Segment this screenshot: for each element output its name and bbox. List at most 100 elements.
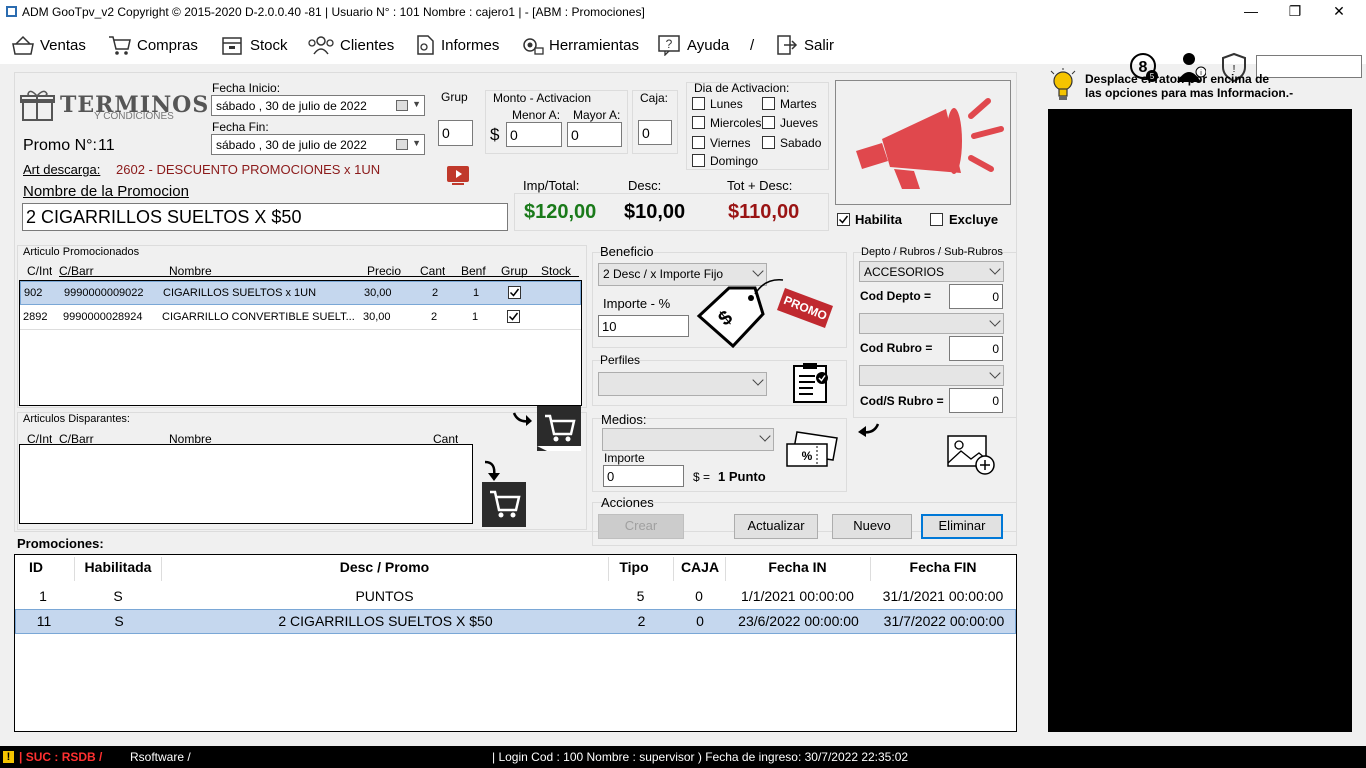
medios-importe-input[interactable] [603,465,684,487]
cod-depto-input[interactable] [949,284,1003,309]
promociones-header: ID Habilitada Desc / Promo Tipo CAJA Fec… [15,555,1016,583]
table-row[interactable]: 902 9990000009022 CIGARILLOS SUELTOS x 1… [20,281,581,305]
fecha-inicio-picker[interactable]: sábado , 30 de julio de 2022 ▼ [211,95,425,116]
excluye-checkbox[interactable] [930,213,943,226]
chevron-down-icon [752,374,764,386]
medios-importe-label: Importe [604,451,645,465]
lunes-checkbox[interactable] [692,97,705,110]
desc-value: $10,00 [624,201,686,223]
megaphone-image [835,80,1011,205]
menu-stock[interactable]: Stock [220,32,288,58]
perfiles-select[interactable] [598,372,767,396]
grup-checkbox[interactable] [507,310,520,323]
fecha-fin-picker[interactable]: sábado , 30 de julio de 2022 ▼ [211,134,425,155]
sabado-label: Sabado [780,136,822,150]
warning-icon: ! [3,751,14,763]
table-row[interactable]: 11 S 2 CIGARRILLOS SUELTOS X $50 2 0 23/… [15,609,1016,634]
checkmark-icon [509,288,520,297]
medios-select[interactable] [602,428,774,451]
depto-select[interactable]: ACCESORIOS [859,261,1004,282]
habilita-label: Habilita [855,212,902,227]
col-divider [725,557,726,581]
menu-ayuda-label: Ayuda [687,36,730,54]
cell-desc: 2 CIGARRILLOS SUELTOS X $50 [278,613,493,629]
cell-cbarr: 9990000028924 [63,311,143,323]
viernes-checkbox[interactable] [692,136,705,149]
lightbulb-icon [1050,68,1076,100]
habilita-checkbox[interactable] [837,213,850,226]
equals-sign: $ = [693,470,711,484]
cod-rubro-input[interactable] [949,336,1003,361]
col-divider [74,557,75,581]
srubro-select[interactable] [859,365,1004,386]
clipboard-button[interactable] [791,362,831,404]
arrow-curve-icon [484,460,500,481]
play-video-icon[interactable] [446,164,470,188]
domingo-checkbox[interactable] [692,154,705,167]
disparantes-grid[interactable] [19,444,473,524]
header-search-input[interactable] [1256,55,1362,78]
checkmark-icon [508,312,519,321]
help-info-panel [1048,109,1352,732]
chevron-down-icon [989,367,1001,379]
jueves-checkbox[interactable] [762,116,775,129]
promocionados-header: C/Int C/Barr Nombre Precio Cant Benf Gru… [19,262,582,278]
menu-compras[interactable]: Compras [107,32,198,58]
crear-button[interactable]: Crear [598,514,684,539]
report-icon [417,35,434,55]
menu-herramientas[interactable]: Herramientas [519,32,639,58]
cell-fecha-in: 1/1/2021 00:00:00 [741,588,854,604]
art-descarga-value: 2602 - DESCUENTO PROMOCIONES x 1UN [116,162,381,177]
gift-icon [20,90,55,121]
terminos-logo: TERMINOS Y CONDICIONES [20,88,208,122]
rubro-select[interactable] [859,313,1004,334]
cell-precio: 30,00 [364,287,392,299]
eliminar-button[interactable]: Eliminar [921,514,1003,539]
sabado-checkbox[interactable] [762,136,775,149]
menu-ayuda[interactable]: ? Ayuda [657,32,729,58]
fecha-fin-label: Fecha Fin: [212,120,269,134]
miercoles-checkbox[interactable] [692,116,705,129]
close-button[interactable]: ✕ [1316,0,1362,24]
logo-subtitle: Y CONDICIONES [94,111,174,122]
importe-pct-label: Importe - % [603,296,671,311]
add-disparante-cart-button[interactable] [482,482,526,527]
nuevo-button[interactable]: Nuevo [832,514,912,539]
chevron-down-icon [759,430,771,442]
caja-label: Caja: [640,91,669,105]
menor-label: Menor A: [512,108,561,122]
col-header: Fecha FIN [909,559,977,575]
coupons-image: % [783,428,841,474]
checkmark-icon [838,215,849,224]
menu-clientes[interactable]: Clientes [306,32,394,58]
table-row[interactable]: 1 S PUNTOS 5 0 1/1/2021 00:00:00 31/1/20… [15,584,1016,609]
promo-number: 11 [98,137,115,154]
grup-input[interactable] [438,120,473,146]
mayor-input[interactable] [567,122,622,147]
promociones-grid[interactable]: ID Habilitada Desc / Promo Tipo CAJA Fec… [14,554,1017,732]
actualizar-button[interactable]: Actualizar [734,514,818,539]
menu-ventas[interactable]: Ventas [10,32,86,58]
menor-input[interactable] [506,122,562,147]
maximize-button[interactable]: ❐ [1272,0,1318,24]
col-divider [870,557,871,581]
promocionados-grid[interactable]: 902 9990000009022 CIGARILLOS SUELTOS x 1… [19,280,582,406]
menu-informes[interactable]: Informes [413,32,499,58]
add-promocionado-cart-button[interactable] [537,406,581,451]
caja-input[interactable] [638,120,672,145]
art-descarga-label: Art descarga: [23,162,101,177]
help-line2: las opciones para mas Informacion.- [1085,86,1294,100]
add-image-icon [947,435,995,475]
martes-checkbox[interactable] [762,97,775,110]
excluye-label: Excluye [949,212,999,227]
importe-pct-input[interactable] [598,315,689,337]
table-row[interactable]: 2892 9990000028924 CIGARRILLO CONVERTIBL… [20,306,581,330]
nombre-input[interactable] [22,203,508,231]
col-header: C/Int [27,264,53,278]
cod-srubro-input[interactable] [949,388,1003,413]
menu-salir[interactable]: Salir [774,32,834,58]
cell-fecha-in: 23/6/2022 00:00:00 [738,613,859,629]
grup-checkbox[interactable] [508,286,521,299]
add-image-button[interactable] [945,433,997,477]
minimize-button[interactable]: — [1228,0,1274,24]
